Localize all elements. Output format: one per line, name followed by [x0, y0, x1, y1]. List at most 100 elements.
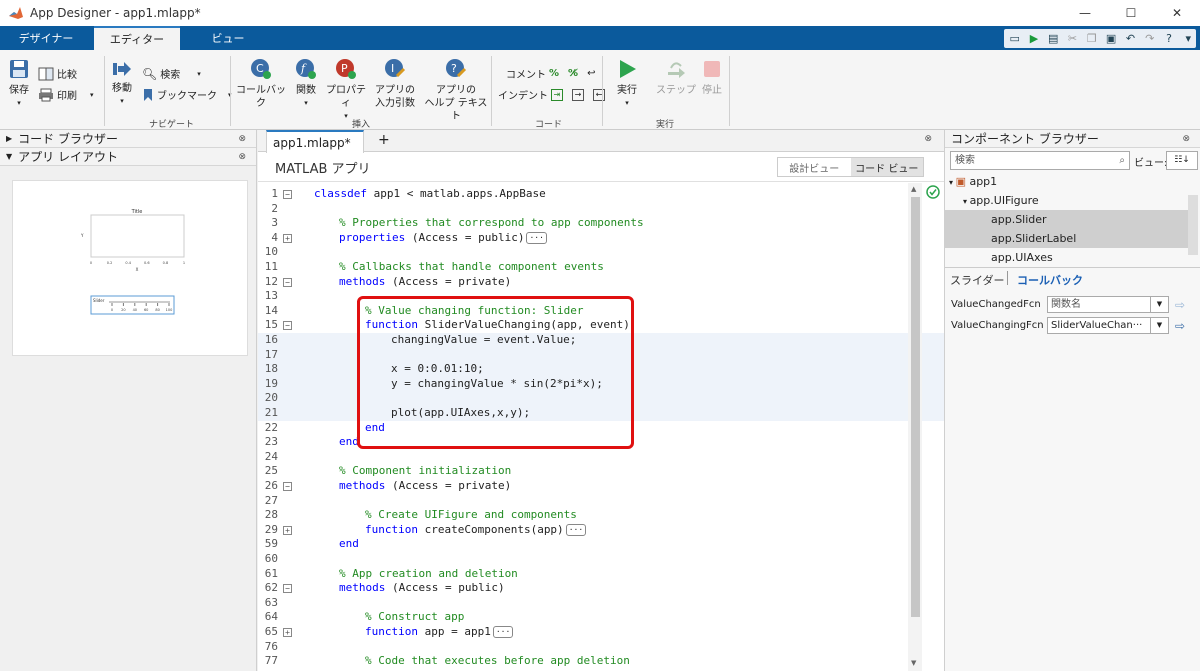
collapse-fold-icon[interactable]: −	[283, 277, 292, 287]
code-line[interactable]: 29 + function createComponents(app) ···	[258, 523, 944, 538]
chevron-down-icon[interactable]: ▼	[1150, 297, 1168, 312]
code-line[interactable]: 62− methods (Access = public)	[258, 581, 944, 596]
code-line[interactable]: 10	[258, 245, 944, 260]
smart-indent-icon[interactable]: ⇥	[551, 88, 563, 101]
app-help-button[interactable]: ? アプリの ヘルプ テキスト	[424, 58, 488, 123]
tree-scrollbar[interactable]	[1188, 195, 1198, 255]
close-panel-icon[interactable]: ⊗	[238, 152, 246, 162]
code-view-button[interactable]: コード ビュー	[850, 158, 923, 176]
tree-item[interactable]: app.Slider	[945, 210, 1189, 229]
collapse-fold-icon[interactable]: −	[283, 190, 292, 199]
compare-button[interactable]: 比較	[38, 66, 77, 81]
code-line[interactable]: 26− methods (Access = private)	[258, 479, 944, 494]
code-line[interactable]: 11 % Callbacks that handle component even…	[258, 260, 944, 275]
help-icon[interactable]: ?	[1161, 32, 1176, 46]
scroll-up-icon[interactable]: ▲	[911, 185, 916, 193]
tree-item[interactable]: ▾ ▣ app1	[945, 172, 1189, 191]
folded-code-ellipsis[interactable]: ···	[526, 231, 547, 244]
code-line[interactable]: 2	[258, 202, 944, 217]
close-panel-icon[interactable]: ⊗	[1182, 134, 1190, 144]
increase-indent-icon[interactable]: →	[572, 88, 584, 101]
design-view-button[interactable]: 設計ビュー	[778, 158, 851, 176]
code-line[interactable]: 1− classdef app1 < matlab.apps.AppBase	[258, 187, 944, 202]
stop-button[interactable]: 停止	[700, 58, 724, 97]
code-line[interactable]: 64 % Construct app	[258, 610, 944, 625]
run-button[interactable]: 実行 ▾	[612, 58, 642, 110]
value-changed-fcn-combo[interactable]: 関数名 ▼	[1047, 296, 1169, 313]
collapse-fold-icon[interactable]: −	[283, 584, 292, 594]
code-line[interactable]: 12− methods (Access = private)	[258, 275, 944, 290]
close-panel-icon[interactable]: ⊗	[924, 134, 932, 144]
redo-icon[interactable]: ↷	[1142, 32, 1157, 46]
editor-tab-app1[interactable]: app1.mlapp*	[266, 130, 364, 153]
minimize-button[interactable]: —	[1062, 0, 1108, 26]
chevron-down-icon[interactable]: ▼	[1150, 318, 1168, 333]
component-search-input[interactable]: 検索 ⌕	[950, 151, 1130, 170]
sim-icon[interactable]: ▭	[1007, 32, 1022, 46]
app-layout-preview[interactable]: Title Y 0 0.2 0.4 0.6 0.8 1 X Slider 0 20 40 60 8…	[12, 180, 248, 356]
wrap-comment-icon[interactable]: ↩	[587, 68, 595, 79]
bookmark-button[interactable]: ブックマーク ▾	[142, 87, 232, 102]
undo-icon[interactable]: ↶	[1123, 32, 1138, 46]
collapse-fold-icon[interactable]: −	[283, 321, 292, 331]
tab-view[interactable]: ビュー	[182, 26, 274, 50]
code-line[interactable]: 3 % Properties that correspond to app com…	[258, 216, 944, 231]
code-line[interactable]: 63	[258, 596, 944, 611]
code-line[interactable]: 59 end	[258, 537, 944, 552]
tab-slider[interactable]: スライダー	[950, 272, 1005, 288]
code-line[interactable]: 77 % Code that executes before app deleti…	[258, 654, 944, 669]
goto-callback-icon[interactable]: ⇨	[1175, 319, 1185, 333]
code-line[interactable]: 61 % App creation and deletion	[258, 567, 944, 582]
view-mode-dropdown[interactable]: ☷↓	[1166, 151, 1198, 170]
cut-icon[interactable]: ✂	[1065, 32, 1080, 46]
goto-button[interactable]: 移動 ▾	[110, 60, 134, 108]
code-line[interactable]: 60	[258, 552, 944, 567]
tab-designer[interactable]: デザイナー	[0, 26, 92, 50]
add-tab-button[interactable]: +	[378, 132, 390, 148]
find-button[interactable]: 🔍︎ 検索 ▾	[142, 66, 201, 82]
value-changing-fcn-combo[interactable]: SliderValueChan··· ▼	[1047, 317, 1169, 334]
comment-icon[interactable]: %	[549, 68, 559, 79]
scroll-thumb[interactable]	[911, 197, 920, 617]
code-line[interactable]: 27	[258, 494, 944, 509]
property-button[interactable]: P プロパティ ▾	[326, 58, 366, 123]
paste-icon[interactable]: ▣	[1103, 32, 1118, 46]
code-line[interactable]: 28 % Create UIFigure and components	[258, 508, 944, 523]
tab-callback[interactable]: コールバック	[1017, 272, 1083, 288]
folded-code-ellipsis[interactable]: ···	[565, 523, 587, 536]
save-icon[interactable]: ▤	[1046, 32, 1061, 46]
decrease-indent-icon[interactable]: ←	[593, 88, 605, 101]
code-analyzer-ok-icon[interactable]	[926, 185, 940, 202]
tree-item[interactable]: app.SliderLabel	[945, 229, 1189, 248]
goto-callback-icon[interactable]: ⇨	[1175, 298, 1185, 312]
code-line[interactable]: 24	[258, 450, 944, 465]
code-browser-header[interactable]: ▶ コード ブラウザー ⊗	[0, 130, 256, 148]
tree-item[interactable]: ▾ app.UIFigure	[945, 191, 1189, 210]
collapse-fold-icon[interactable]: −	[283, 482, 292, 491]
callback-button[interactable]: C コールバック	[236, 58, 286, 110]
close-panel-icon[interactable]: ⊗	[238, 134, 246, 144]
expand-fold-icon[interactable]: +	[283, 233, 292, 243]
code-line[interactable]: 76	[258, 640, 944, 655]
save-button[interactable]: 保存 ▾	[6, 58, 32, 110]
chevron-down-icon[interactable]: ▾	[1181, 32, 1196, 46]
close-button[interactable]: ✕	[1154, 0, 1200, 26]
tree-item[interactable]: app.UIAxes	[945, 248, 1189, 267]
run-icon[interactable]: ▶	[1026, 32, 1041, 46]
step-button[interactable]: ステップ	[656, 58, 696, 97]
maximize-button[interactable]: ☐	[1108, 0, 1154, 26]
app-layout-header[interactable]: ▼ アプリ レイアウト ⊗	[0, 148, 256, 166]
tab-editor[interactable]: エディター	[94, 26, 180, 50]
folded-code-ellipsis[interactable]: ···	[492, 626, 514, 638]
app-input-button[interactable]: I アプリの 入力引数	[372, 58, 418, 110]
editor-scrollbar[interactable]: ▲ ▼	[908, 183, 922, 671]
code-line[interactable]: 4 + properties (Access = public) ···	[258, 231, 944, 246]
uncomment-icon[interactable]: %̸	[568, 68, 578, 79]
expand-fold-icon[interactable]: +	[283, 525, 292, 535]
scroll-down-icon[interactable]: ▼	[911, 659, 916, 667]
code-line[interactable]: 25 % Component initialization	[258, 464, 944, 479]
print-button[interactable]: 印刷 ▾	[38, 87, 94, 102]
copy-icon[interactable]: ❐	[1084, 32, 1099, 46]
code-line[interactable]: 65 + function app = app1 ···	[258, 625, 944, 640]
expand-fold-icon[interactable]: +	[283, 628, 292, 637]
